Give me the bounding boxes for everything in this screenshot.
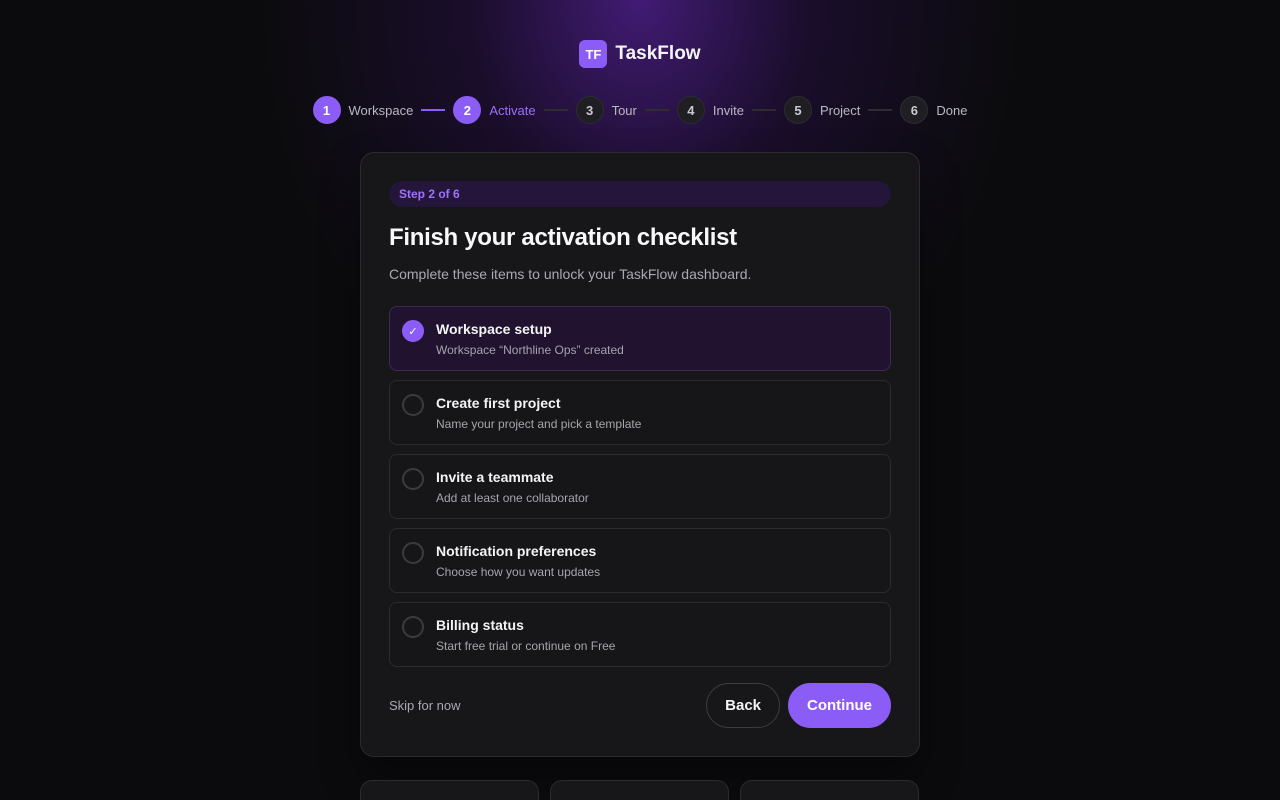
step-workspace[interactable]: 1 Workspace xyxy=(312,96,414,124)
step-number: 3 xyxy=(575,96,604,124)
checklist-item-desc: Name your project and pick a template xyxy=(436,417,642,431)
checklist-item-invite-teammate[interactable]: Invite a teammate Add at least one colla… xyxy=(389,454,891,519)
step-connector xyxy=(868,109,893,111)
checklist-item-desc: Choose how you want updates xyxy=(436,565,601,579)
page-subtitle: Complete these items to unlock your Task… xyxy=(389,266,752,282)
back-button[interactable]: Back xyxy=(706,683,780,728)
step-connector xyxy=(644,109,669,111)
step-progress-badge: Step 2 of 6 xyxy=(389,181,891,207)
step-tour[interactable]: 3 Tour xyxy=(575,96,637,124)
step-number: 2 xyxy=(453,96,482,124)
step-project[interactable]: 5 Project xyxy=(783,96,861,124)
step-label: Invite xyxy=(712,102,744,118)
activation-checklist: ✓ Workspace setup Workspace “Northline O… xyxy=(389,306,891,667)
checklist-item-workspace-setup[interactable]: ✓ Workspace setup Workspace “Northline O… xyxy=(389,306,891,371)
step-connector xyxy=(751,109,776,111)
checklist-item-desc: Add at least one collaborator xyxy=(436,491,589,505)
page-title: Finish your activation checklist xyxy=(389,224,737,251)
footer-actions: Back Continue xyxy=(706,683,891,728)
checklist-item-notification-preferences[interactable]: Notification preferences Choose how you … xyxy=(389,528,891,593)
step-label: Activate xyxy=(489,102,536,118)
checklist-item-title: Invite a teammate xyxy=(436,469,554,485)
empty-circle-icon[interactable] xyxy=(402,394,424,416)
empty-circle-icon[interactable] xyxy=(402,616,424,638)
brand-logo: TF xyxy=(579,40,608,68)
empty-circle-icon[interactable] xyxy=(402,468,424,490)
step-number: 4 xyxy=(676,96,705,124)
step-invite[interactable]: 4 Invite xyxy=(676,96,744,124)
step-connector xyxy=(543,109,568,111)
empty-circle-icon[interactable] xyxy=(402,542,424,564)
preview-card xyxy=(550,780,729,800)
preview-cards-row xyxy=(360,780,920,800)
checklist-item-title: Workspace setup xyxy=(436,321,552,337)
step-number: 5 xyxy=(783,96,812,124)
step-label: Done xyxy=(936,102,968,118)
preview-card xyxy=(360,780,539,800)
brand-header: TF TaskFlow xyxy=(0,40,1280,68)
onboarding-stepper: 1 Workspace 2 Activate 3 Tour 4 Invite 5… xyxy=(0,96,1280,124)
step-connector xyxy=(421,109,446,111)
checklist-item-desc: Start free trial or continue on Free xyxy=(436,639,616,653)
check-circle-icon[interactable]: ✓ xyxy=(402,320,424,342)
step-activate[interactable]: 2 Activate xyxy=(453,96,536,124)
activation-card: Step 2 of 6 Finish your activation check… xyxy=(360,152,920,757)
step-label: Project xyxy=(819,102,861,118)
step-done[interactable]: 6 Done xyxy=(900,96,967,124)
checklist-item-create-project[interactable]: Create first project Name your project a… xyxy=(389,380,891,445)
checklist-item-title: Billing status xyxy=(436,617,524,633)
step-label: Workspace xyxy=(348,102,414,118)
step-number: 1 xyxy=(312,96,341,124)
preview-card xyxy=(740,780,919,800)
card-footer: Skip for now Back Continue xyxy=(389,683,891,728)
step-label: Tour xyxy=(611,102,637,118)
checklist-item-billing-status[interactable]: Billing status Start free trial or conti… xyxy=(389,602,891,667)
skip-for-now-link[interactable]: Skip for now xyxy=(389,698,461,713)
checklist-item-title: Create first project xyxy=(436,395,561,411)
checklist-item-desc: Workspace “Northline Ops” created xyxy=(436,343,624,357)
brand-name: TaskFlow xyxy=(615,43,701,64)
step-number: 6 xyxy=(900,96,929,124)
checklist-item-title: Notification preferences xyxy=(436,543,597,559)
continue-button[interactable]: Continue xyxy=(788,683,891,728)
